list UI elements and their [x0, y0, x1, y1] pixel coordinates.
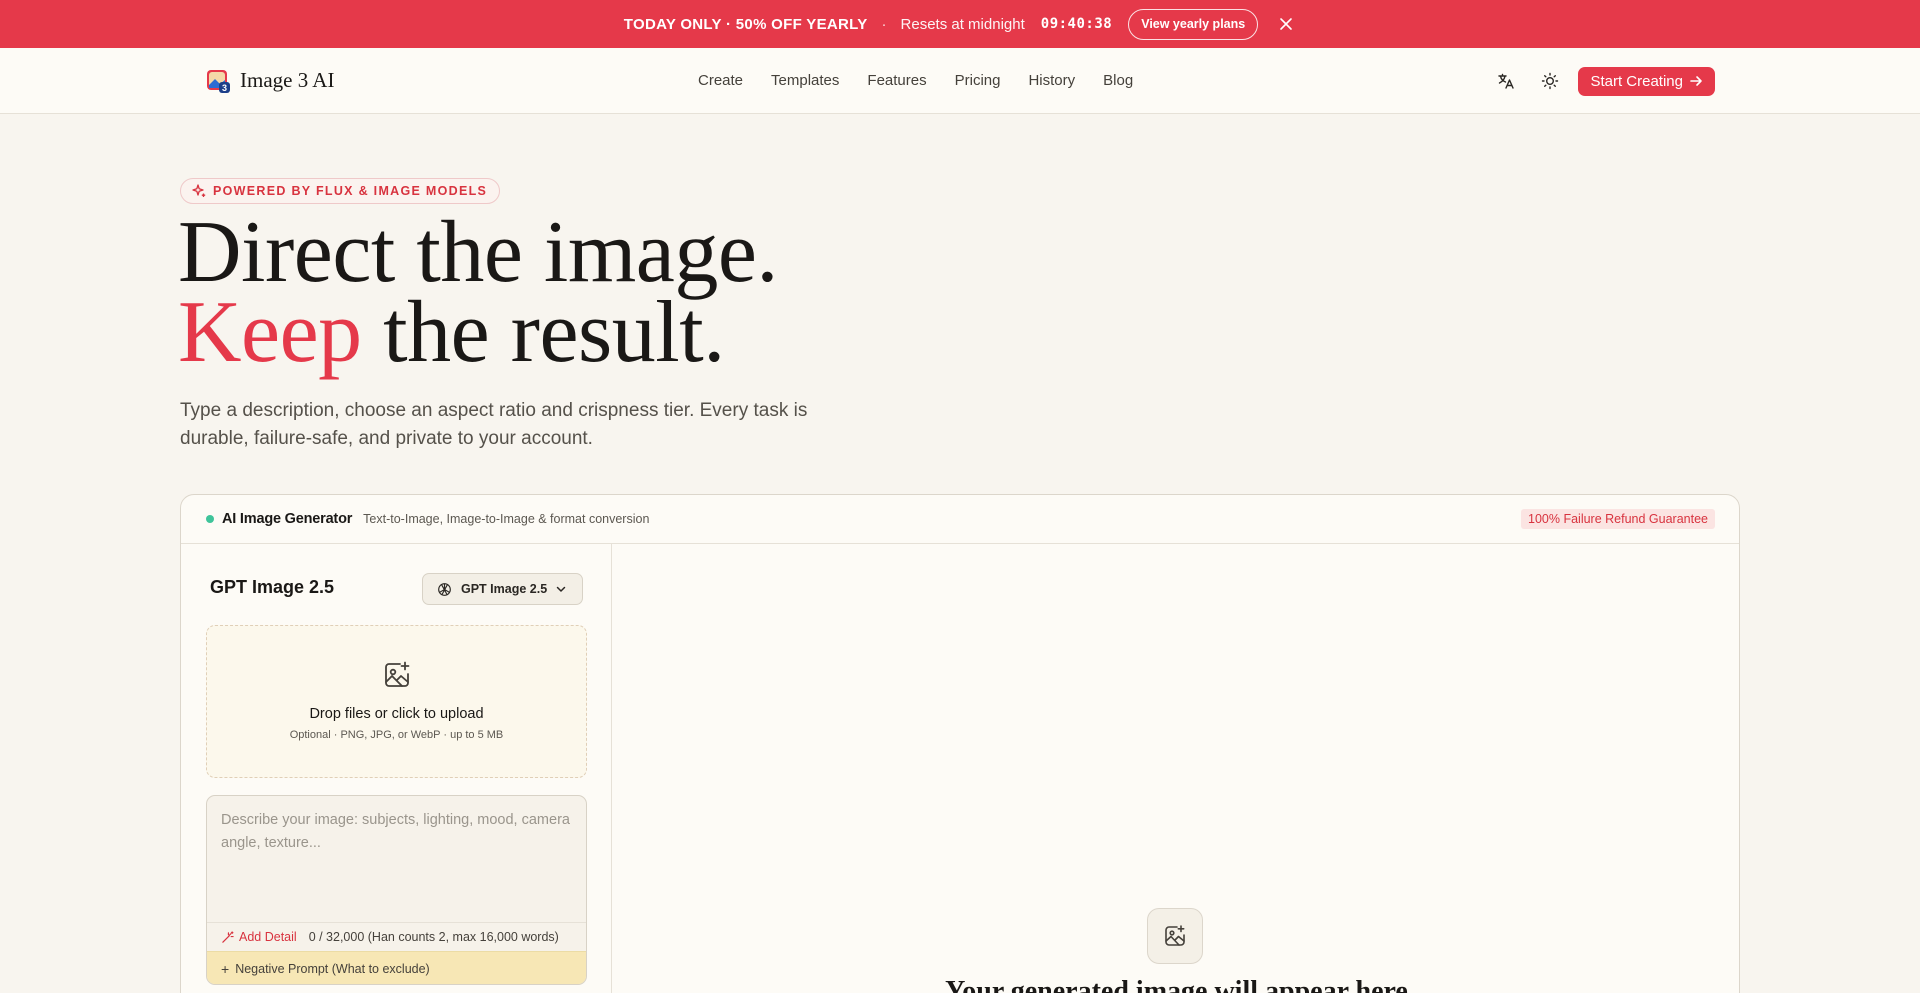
generator-title: AI Image Generator [222, 511, 353, 527]
svg-text:3: 3 [222, 83, 227, 93]
nav-link-features[interactable]: Features [867, 72, 926, 89]
start-creating-button[interactable]: Start Creating [1578, 66, 1715, 96]
add-detail-button[interactable]: Add Detail [221, 930, 297, 944]
top-nav: 3 Image 3 AI Create Templates Features P… [0, 48, 1920, 114]
prompt-toolbar: Add Detail 0 / 32,000 (Han counts 2, max… [207, 922, 586, 951]
prompt-input[interactable] [207, 796, 586, 922]
nav-link-pricing[interactable]: Pricing [955, 72, 1001, 89]
prompt-box: Add Detail 0 / 32,000 (Han counts 2, max… [206, 795, 587, 985]
nav-link-templates[interactable]: Templates [771, 72, 839, 89]
hero-title-line-2: Keep the result. [178, 289, 778, 377]
upload-title: Drop files or click to upload [309, 706, 484, 722]
generator-card-header: AI Image Generator Text-to-Image, Image-… [181, 495, 1739, 544]
upload-dropzone[interactable]: Drop files or click to upload Optional ·… [206, 625, 587, 778]
prompt-character-counter: 0 / 32,000 (Han counts 2, max 16,000 wor… [308, 930, 559, 944]
negative-prompt-toggle[interactable]: + Negative Prompt (What to exclude) [207, 951, 586, 984]
hero-subtitle: Type a description, choose an aspect rat… [180, 400, 808, 449]
brand-logo-icon: 3 [206, 69, 230, 93]
refund-guarantee-badge: 100% Failure Refund Guarantee [1521, 509, 1715, 529]
sun-icon[interactable] [1534, 65, 1566, 97]
nav-actions: Start Creating [1490, 65, 1715, 97]
nav-link-history[interactable]: History [1028, 72, 1075, 89]
model-select-value: GPT Image 2.5 [461, 582, 548, 596]
preview-panel: Your generated image will appear here [612, 544, 1739, 993]
hero-title-line-1: Direct the image. [178, 204, 778, 301]
hero-title-line-2-rest: the result. [361, 284, 725, 381]
image-preview-icon [1147, 908, 1203, 964]
openai-icon [438, 582, 451, 596]
powered-by-badge: POWERED BY FLUX & IMAGE MODELS [180, 178, 501, 204]
promo-resets-text: Resets at midnight [900, 15, 1025, 33]
status-dot [206, 515, 214, 523]
promo-banner: TODAY ONLY · 50% OFF YEARLY · Resets at … [0, 0, 1920, 48]
hero-title: Direct the image. Keep the result. [178, 204, 778, 377]
nav-links: Create Templates Features Pricing Histor… [698, 48, 1161, 113]
magic-wand-icon [222, 930, 234, 943]
negative-prompt-label: Negative Prompt (What to exclude) [235, 962, 430, 976]
chevron-down-icon [556, 586, 566, 592]
model-name-heading: GPT Image 2.5 [210, 577, 335, 597]
add-detail-label: Add Detail [239, 930, 297, 944]
plus-icon: + [221, 961, 230, 977]
promo-headline: TODAY ONLY · 50% OFF YEARLY [623, 15, 868, 33]
model-select-dropdown[interactable]: GPT Image 2.5 [422, 573, 583, 605]
nav-link-create[interactable]: Create [698, 72, 743, 89]
generator-card: AI Image Generator Text-to-Image, Image-… [180, 494, 1740, 993]
badge-text: POWERED BY FLUX & IMAGE MODELS [213, 184, 488, 198]
generator-controls-panel: GPT Image 2.5 GPT Image 2.5 Drop files o… [181, 544, 612, 993]
hero-title-accent: Keep [178, 284, 362, 381]
nav-link-blog[interactable]: Blog [1103, 72, 1133, 89]
image-plus-icon [385, 661, 410, 687]
translate-icon[interactable] [1490, 65, 1522, 97]
generator-description: Text-to-Image, Image-to-Image & format c… [363, 512, 650, 526]
promo-separator: · [881, 15, 887, 33]
view-yearly-plans-button[interactable]: View yearly plans [1128, 8, 1259, 40]
start-creating-label: Start Creating [1590, 72, 1683, 90]
preview-placeholder-text: Your generated image will appear here [945, 976, 1408, 993]
sparkle-icon [192, 184, 206, 197]
arrow-right-icon [1690, 76, 1702, 86]
brand-name: Image 3 AI [240, 68, 335, 92]
brand-link[interactable]: 3 Image 3 AI [206, 68, 334, 93]
promo-countdown-timer: 09:40:38 [1040, 16, 1113, 32]
upload-hint: Optional · PNG, JPG, or WebP · up to 5 M… [289, 729, 504, 741]
close-icon[interactable] [1276, 14, 1296, 34]
